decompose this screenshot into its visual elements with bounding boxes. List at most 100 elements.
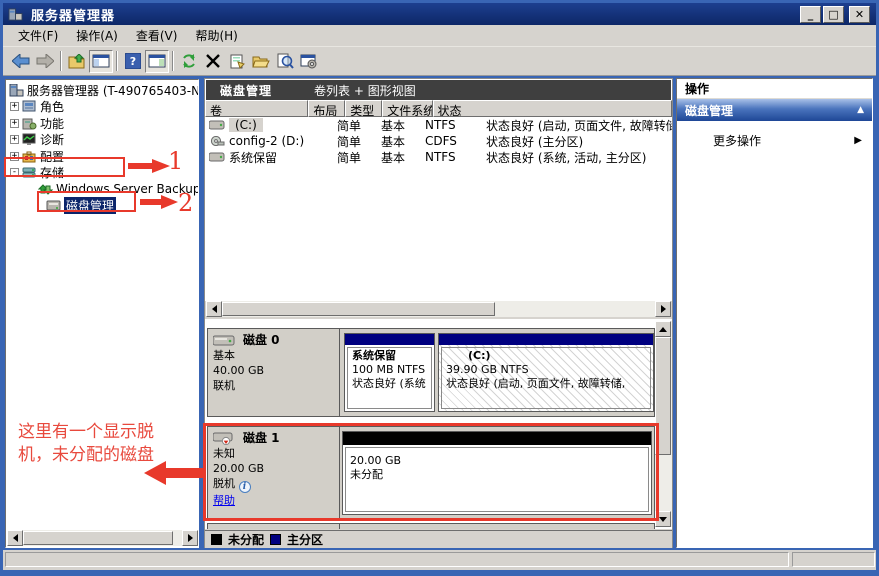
column-header-layout[interactable]: 布局	[308, 100, 345, 117]
tree-horizontal-scrollbar[interactable]	[7, 530, 198, 546]
volume-drive-icon	[209, 152, 225, 162]
column-header-filesystem[interactable]: 文件系统	[382, 100, 432, 117]
volume-fs: CDFS	[421, 134, 482, 148]
refresh-button[interactable]	[177, 50, 201, 73]
customize-button[interactable]	[297, 50, 321, 73]
help-button[interactable]: ?	[121, 50, 145, 73]
column-header-volume[interactable]: 卷	[205, 100, 308, 117]
panel-header: 磁盘管理 卷列表 + 图形视图	[205, 79, 672, 100]
show-hide-action-pane-button[interactable]	[145, 50, 169, 73]
volume-list-header: 卷 布局 类型 文件系统 状态	[205, 100, 672, 117]
roles-icon	[22, 100, 37, 113]
title-bar[interactable]: 服务器管理器 _ □ ✕	[3, 3, 876, 25]
volume-row-c[interactable]: (C:) 简单 基本 NTFS 状态良好 (启动, 页面文件, 故障转储, 主	[205, 117, 672, 133]
tree-item-label: 角色	[40, 98, 64, 115]
volume-layout: 简单	[333, 149, 377, 166]
annotation-box-storage	[4, 157, 125, 177]
back-button[interactable]	[9, 50, 33, 73]
show-hide-console-tree-button[interactable]	[89, 50, 113, 73]
partition-name: (C:)	[446, 349, 646, 363]
find-button[interactable]	[273, 50, 297, 73]
forward-icon	[36, 54, 54, 68]
disk-type: 基本	[213, 348, 334, 363]
annotation-arrow-left	[144, 461, 205, 485]
scroll-right-button[interactable]	[182, 530, 198, 546]
column-header-status[interactable]: 状态	[433, 100, 672, 117]
delete-icon	[206, 54, 220, 68]
volume-row-config2[interactable]: config-2 (D:) 简单 基本 CDFS 状态良好 (主分区)	[205, 133, 672, 149]
expand-icon[interactable]: +	[10, 102, 19, 111]
scroll-thumb[interactable]	[23, 531, 173, 545]
scroll-left-button[interactable]	[206, 301, 222, 317]
primary-partition-legend-swatch	[270, 534, 281, 545]
cdrom-0-info[interactable]: CD-ROM 0	[208, 524, 340, 529]
open-folder-button[interactable]	[249, 50, 273, 73]
export-list-button[interactable]	[65, 50, 89, 73]
annotation-box-disk-management	[37, 191, 136, 212]
volume-layout: 简单	[333, 117, 377, 134]
volume-layout: 简单	[333, 133, 377, 150]
partition-system-reserved[interactable]: 系统保留 100 MB NTFS 状态良好 (系统	[344, 333, 435, 412]
volume-type: 基本	[377, 133, 421, 150]
volume-list-horizontal-scrollbar[interactable]	[206, 301, 671, 317]
menu-file[interactable]: 文件(F)	[9, 25, 67, 46]
volume-type: 基本	[377, 149, 421, 166]
close-button[interactable]: ✕	[849, 6, 870, 23]
volume-row-system-reserved[interactable]: 系统保留 简单 基本 NTFS 状态良好 (系统, 活动, 主分区)	[205, 149, 672, 165]
minimize-button[interactable]: _	[800, 6, 821, 23]
toolbar: ?	[3, 47, 876, 76]
scroll-up-button[interactable]	[655, 321, 671, 337]
disk-label: CD-ROM 0	[243, 528, 311, 529]
diagnostics-icon	[22, 133, 37, 146]
column-header-type[interactable]: 类型	[345, 100, 382, 117]
status-bar	[3, 550, 876, 570]
volume-list: 卷 布局 类型 文件系统 状态 (C:) 简单 基本 NTFS 状态良好 (启动…	[205, 100, 672, 301]
tree-root[interactable]: 服务器管理器 (T-490765403-ND	[6, 82, 198, 99]
submenu-arrow-icon: ▶	[854, 135, 862, 146]
tree-item-diagnostics[interactable]: + 诊断	[6, 132, 198, 149]
forward-button[interactable]	[33, 50, 57, 73]
features-icon	[22, 117, 37, 130]
tree-item-roles[interactable]: + 角色	[6, 99, 198, 116]
partition-status: 状态良好 (系统	[352, 377, 427, 391]
server-manager-window: 服务器管理器 _ □ ✕ 文件(F) 操作(A) 查看(V) 帮助(H) ?	[0, 0, 879, 576]
tree-root-label: 服务器管理器 (T-490765403-ND	[27, 82, 199, 99]
more-actions-label: 更多操作	[713, 132, 761, 149]
partition-legend: 未分配 主分区	[205, 530, 672, 548]
menu-help[interactable]: 帮助(H)	[186, 25, 246, 46]
volume-fs: NTFS	[421, 150, 482, 164]
expand-icon[interactable]: +	[10, 135, 19, 144]
export-list-icon	[68, 54, 86, 69]
expand-icon[interactable]: +	[10, 119, 19, 128]
scroll-thumb[interactable]	[222, 302, 495, 316]
maximize-button[interactable]: □	[823, 6, 844, 23]
disk-icon	[213, 334, 235, 347]
console-tree-icon	[92, 54, 110, 68]
collapse-icon[interactable]: ▲	[857, 105, 864, 115]
volume-fs: NTFS	[421, 118, 482, 132]
toolbar-separator	[172, 51, 174, 71]
menu-bar: 文件(F) 操作(A) 查看(V) 帮助(H)	[3, 25, 876, 47]
tree-item-features[interactable]: + 功能	[6, 115, 198, 132]
actions-group-label: 磁盘管理	[685, 102, 733, 119]
volume-name: (C:)	[229, 118, 263, 132]
partition-c[interactable]: (C:) 39.90 GB NTFS 状态良好 (启动, 页面文件, 故障转储,	[438, 333, 654, 412]
menu-view[interactable]: 查看(V)	[127, 25, 187, 46]
svg-text:?: ?	[130, 55, 136, 68]
scroll-left-button[interactable]	[7, 530, 23, 546]
more-actions-item[interactable]: 更多操作 ▶	[677, 129, 872, 151]
disk-0-info[interactable]: 磁盘 0 基本 40.00 GB 联机	[208, 329, 340, 416]
delete-button[interactable]	[201, 50, 225, 73]
volume-name: config-2 (D:)	[229, 134, 304, 148]
back-icon	[12, 54, 30, 68]
tree-item-label: 诊断	[40, 131, 64, 148]
toolbar-separator	[60, 51, 62, 71]
panel-subtitle: 卷列表 + 图形视图	[314, 82, 416, 99]
disk-state: 联机	[213, 378, 334, 393]
partition-size: 39.90 GB NTFS	[446, 363, 646, 377]
properties-button[interactable]	[225, 50, 249, 73]
annotation-arrow-2	[140, 194, 178, 210]
actions-group-disk-management[interactable]: 磁盘管理 ▲	[677, 99, 872, 121]
menu-action[interactable]: 操作(A)	[67, 25, 127, 46]
scroll-right-button[interactable]	[655, 301, 671, 317]
